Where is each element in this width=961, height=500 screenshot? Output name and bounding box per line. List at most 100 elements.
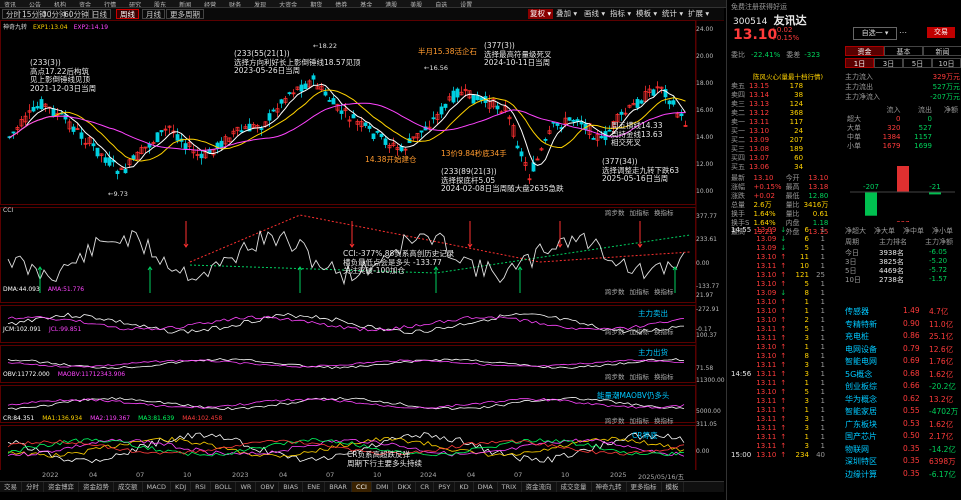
period-subtab[interactable]: 1日	[845, 58, 874, 68]
tick-volume: 1	[804, 379, 809, 387]
indicator-tab[interactable]: ENE	[303, 482, 326, 492]
info-tab[interactable]: 基本	[884, 46, 923, 56]
sector-name[interactable]: 智能家居	[845, 406, 877, 417]
net-type-tab[interactable]: 净小单	[932, 226, 953, 236]
sector-name[interactable]: 国产芯片	[845, 431, 877, 442]
indicator-tab[interactable]: CCI	[351, 482, 372, 492]
sector-flow: 11.0亿	[929, 319, 954, 329]
sector-name[interactable]: 传感器	[845, 306, 869, 317]
net-type-tab[interactable]: 净中单	[903, 226, 924, 236]
panel-button[interactable]: 加指标	[630, 326, 650, 336]
sector-name[interactable]: 充电桩	[845, 331, 869, 342]
indicator-tab[interactable]: KDJ	[171, 482, 192, 492]
info-tab[interactable]: 新闻	[923, 46, 961, 56]
period-subtab[interactable]: 5日	[903, 58, 932, 68]
panel-legend-item: MA4:102.458	[182, 415, 223, 422]
sector-name[interactable]: 专精特新	[845, 319, 877, 330]
ask-row[interactable]: 卖三 13.13 124	[729, 100, 805, 109]
trade-button[interactable]: 交易	[927, 27, 955, 38]
cci_panel-buttons: 跨步数 加指标 换指标	[600, 207, 674, 217]
panel-button[interactable]: 加指标	[630, 371, 650, 381]
ask-row[interactable]: 卖四 13.14 38	[729, 91, 805, 100]
indicator-tab[interactable]: 分时	[22, 482, 44, 492]
panel-button[interactable]: 换指标	[654, 326, 674, 336]
quote-value: 13.18	[808, 183, 829, 191]
indicator-tab[interactable]: 交易	[0, 482, 22, 492]
indicator-tab[interactable]: BIAS	[279, 482, 304, 492]
promo-text[interactable]: 免费注册获得好运	[731, 3, 787, 11]
ask-row[interactable]: 卖一 13.11 117	[729, 118, 805, 127]
bid-price: 13.08	[749, 145, 770, 153]
indicator-tab[interactable]: WR	[236, 482, 257, 492]
indicator-tab[interactable]: MACD	[143, 482, 171, 492]
panel-button[interactable]: 跨步数	[605, 326, 625, 336]
bid-row[interactable]: 买二 13.09 207	[729, 136, 805, 145]
indicator-tab[interactable]: 神奇九转	[592, 482, 627, 492]
bid-row[interactable]: 买五 13.06 34	[729, 163, 805, 172]
panel-button[interactable]: 加指标	[630, 207, 650, 217]
panel-button[interactable]: 加指标	[630, 286, 650, 296]
indicator-tab[interactable]: DMA	[474, 482, 498, 492]
sector-name[interactable]: 电网设备	[845, 344, 877, 355]
tick-arrow: ↓	[780, 289, 787, 297]
sector-name[interactable]: 智能电网	[845, 356, 877, 367]
indicator-tab[interactable]: KD	[455, 482, 474, 492]
tick-volume: 3	[804, 415, 809, 423]
panel-button[interactable]: 跨步数	[605, 207, 625, 217]
indicator-tab[interactable]: 模板	[662, 482, 684, 492]
net-type-tab[interactable]: 净超大	[845, 226, 866, 236]
bid-row[interactable]: 买三 13.08 189	[729, 145, 805, 154]
indicator-axis-tick: 377.77	[696, 213, 717, 220]
panel-legend-item: JCL:99.851	[48, 326, 82, 333]
bid-row[interactable]: 买一 13.10 24	[729, 127, 805, 136]
ask-row[interactable]: 卖二 13.12 368	[729, 109, 805, 118]
panel-button[interactable]: 换指标	[654, 207, 674, 217]
panel-button[interactable]: 跨步数	[605, 415, 625, 425]
panel-legend-item: MA2:119.367	[90, 415, 131, 422]
indicator-tab[interactable]: DMI	[372, 482, 394, 492]
panel-button[interactable]: 换指标	[654, 286, 674, 296]
sector-name[interactable]: 5G概念	[845, 369, 872, 380]
indicator-tab[interactable]: PSY	[434, 482, 456, 492]
indicator-tab[interactable]: 成交额	[114, 482, 143, 492]
watchlist-button[interactable]: 自选一 ▾	[853, 27, 897, 40]
indicator-tab[interactable]: BOLL	[211, 482, 237, 492]
indicator-tab[interactable]: TRIX	[498, 482, 522, 492]
panel-button[interactable]: 换指标	[654, 415, 674, 425]
indicator-axis-tick: -133.77	[696, 282, 720, 290]
indicator-tab[interactable]: 资金博弈	[44, 482, 79, 492]
indicator-tab[interactable]: 资金趋势	[79, 482, 114, 492]
indicator-tab[interactable]: 更多指标	[627, 482, 662, 492]
period-subtab[interactable]: 3日	[874, 58, 903, 68]
panel-button[interactable]: 跨步数	[605, 286, 625, 296]
info-tab[interactable]: 资金	[845, 46, 884, 56]
sector-name[interactable]: 创业板综	[845, 381, 877, 392]
sector-name[interactable]: 深圳特区	[845, 456, 877, 467]
tick-row: 13.11 ↑ 3 1	[729, 424, 827, 433]
net-type-tab[interactable]: 净大单	[874, 226, 895, 236]
indicator-tab[interactable]: 资金流向	[522, 482, 557, 492]
bid-row[interactable]: 买四 13.07 60	[729, 154, 805, 163]
panel-button[interactable]: 跨步数	[605, 371, 625, 381]
order-book-title[interactable]: 陈风火心(量最十档行情)	[753, 71, 823, 81]
ask-row[interactable]: 卖五 13.15 178	[729, 82, 805, 91]
indicator-tab[interactable]: RSI	[191, 482, 211, 492]
more-icon[interactable]: ⋯	[899, 27, 909, 38]
sector-name[interactable]: 物联网	[845, 444, 869, 455]
period-subtab[interactable]: 10日	[932, 58, 961, 68]
sector-name[interactable]: 广东板块	[845, 419, 877, 430]
sector-name[interactable]: 华为概念	[845, 394, 877, 405]
indicator-tab[interactable]: OBV	[256, 482, 280, 492]
indicator-tab[interactable]: CR	[416, 482, 435, 492]
indicator-tab[interactable]: 成交变量	[557, 482, 592, 492]
indicator-tab[interactable]: BRAR	[325, 482, 352, 492]
tick-row: 13.11 ↑ 3 1	[729, 442, 827, 451]
sector-name[interactable]: 边缘计算	[845, 469, 877, 480]
panel-legend-item: JCM:102.091	[3, 326, 41, 333]
panel-button[interactable]: 加指标	[630, 415, 650, 425]
panel-button[interactable]: 换指标	[654, 371, 674, 381]
tick-arrow: ↓	[780, 226, 787, 234]
price-axis-tick: 18.00	[696, 80, 714, 87]
indicator-tab[interactable]: DKX	[393, 482, 417, 492]
ask-price: 13.15	[749, 82, 770, 90]
